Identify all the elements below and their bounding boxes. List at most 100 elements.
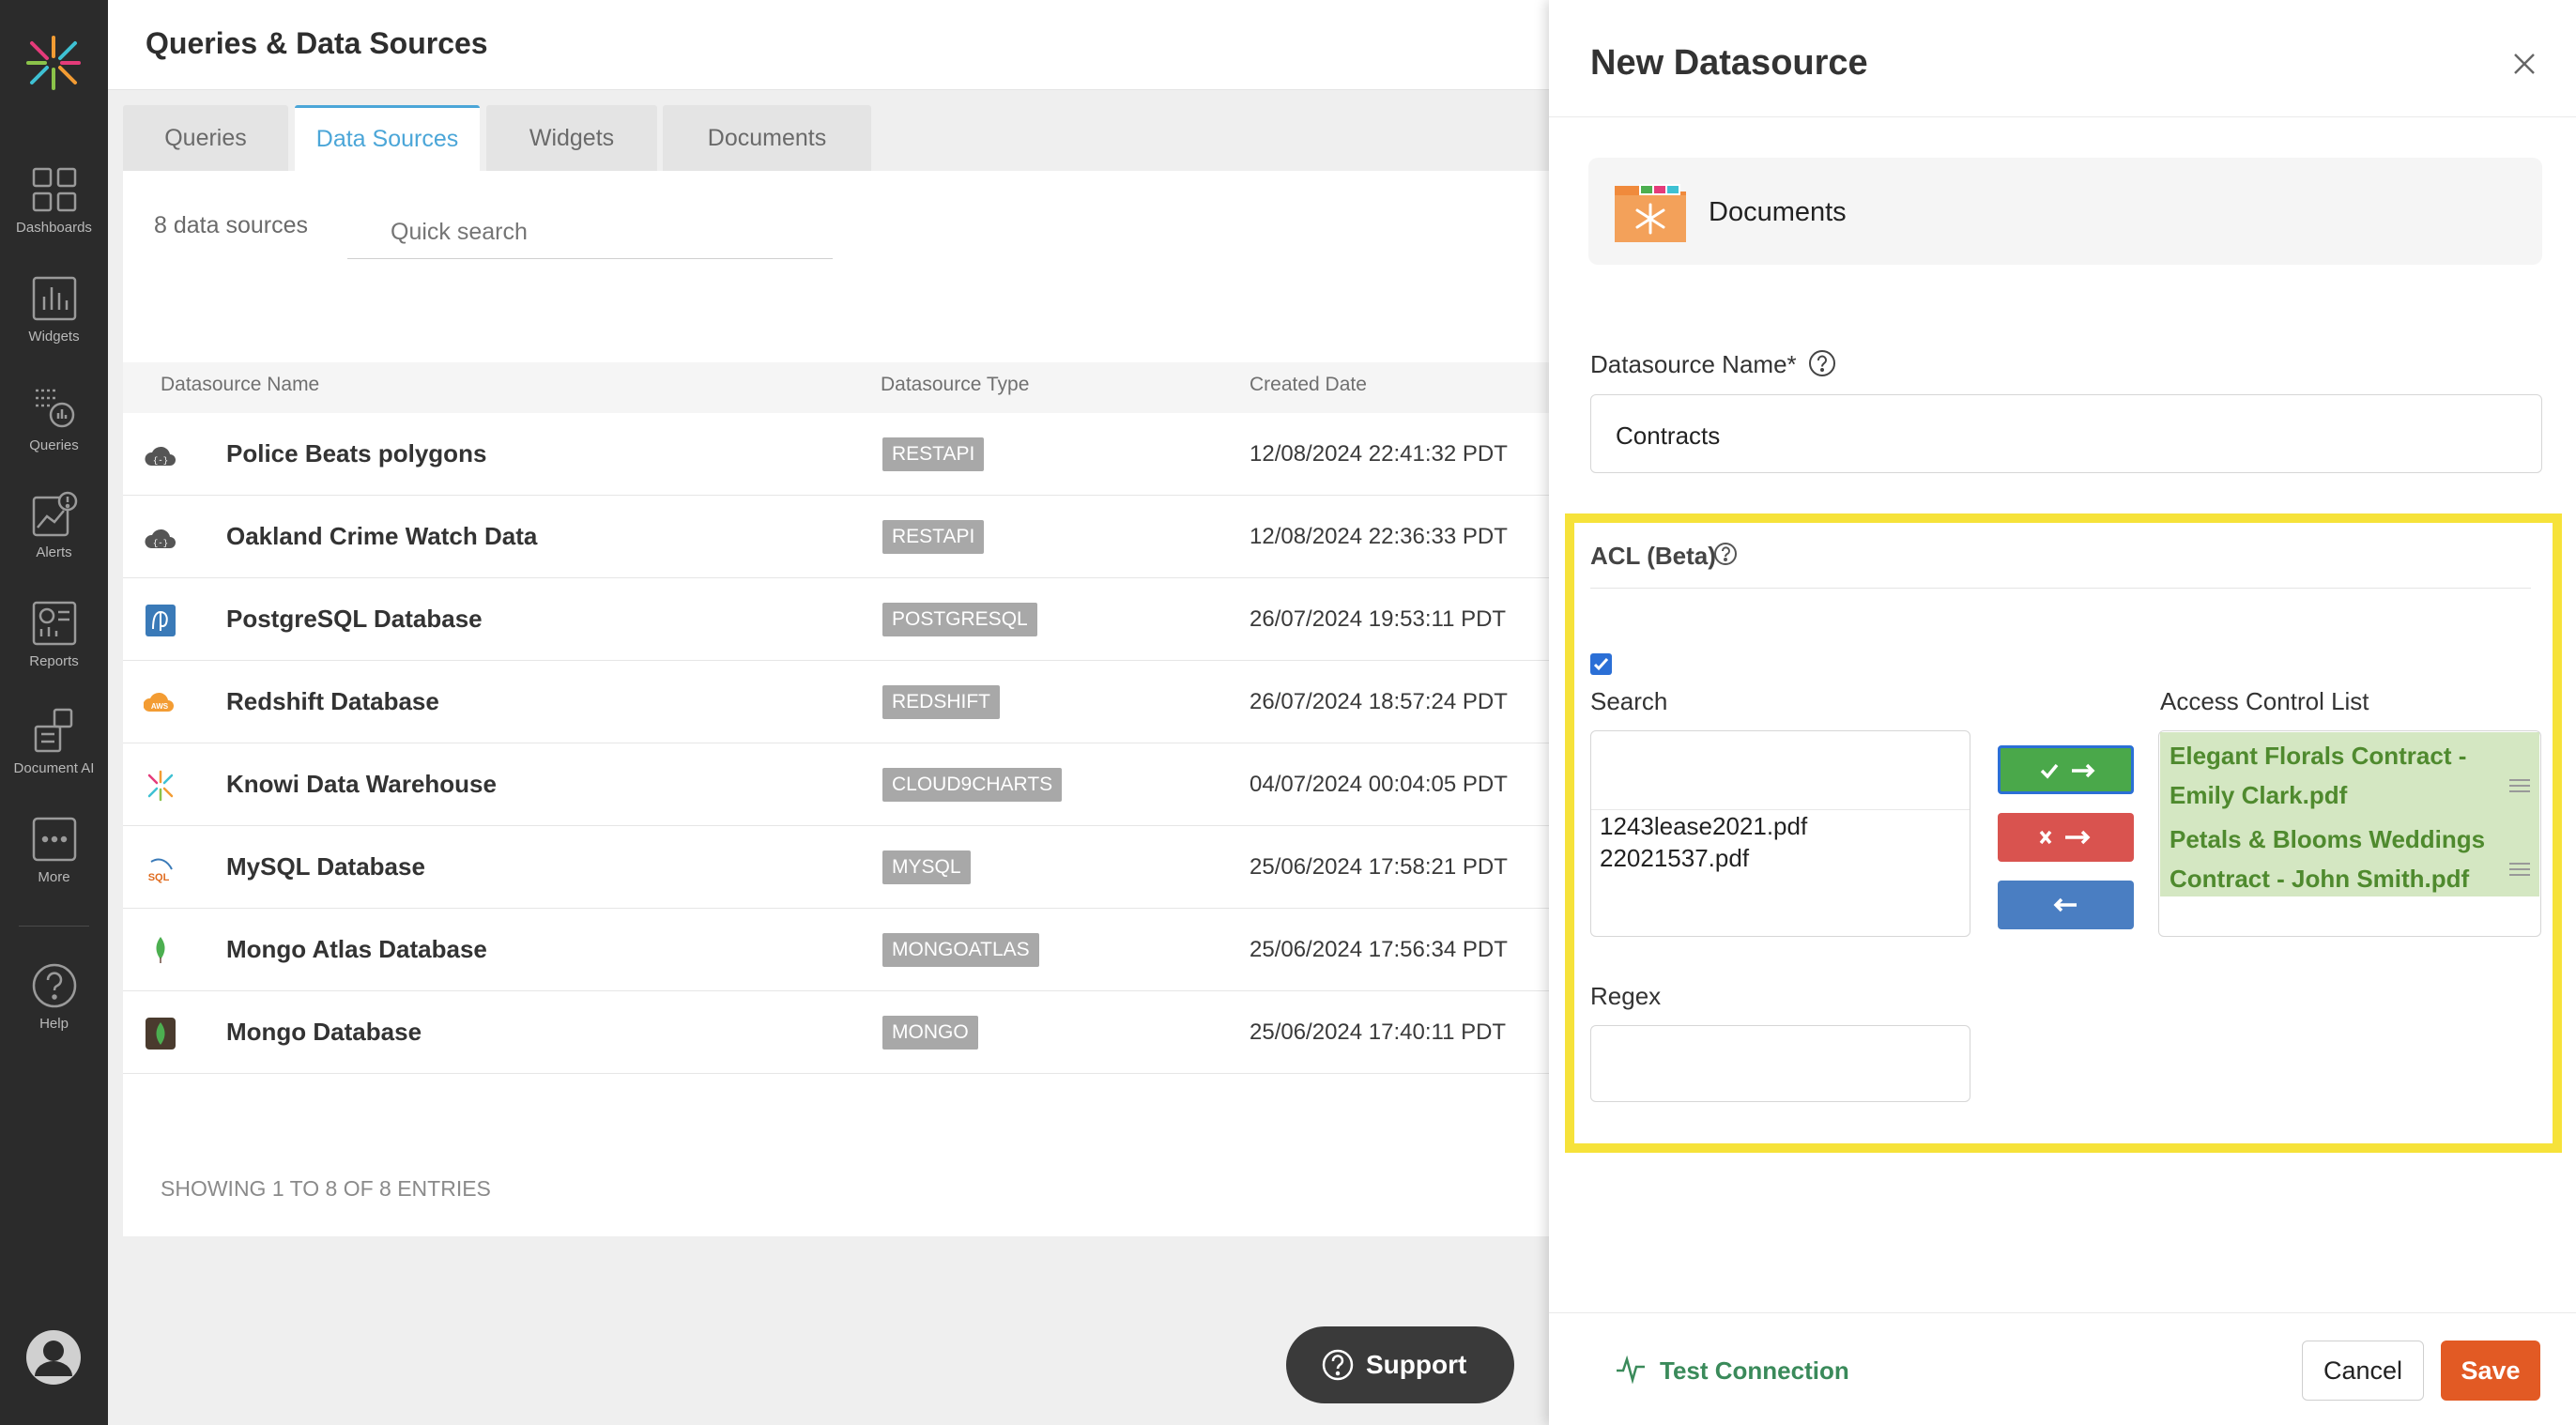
datasource-name[interactable]: MySQL Database <box>226 852 425 881</box>
datasource-name-value: Contracts <box>1616 421 1721 450</box>
list-item[interactable]: 1243lease2021.pdf <box>1600 810 1807 842</box>
nav-reports[interactable]: Reports <box>0 599 108 669</box>
tab-data-sources[interactable]: Data Sources <box>295 105 480 171</box>
created-date: 25/06/2024 17:58:21 PDT <box>1250 854 1508 880</box>
datasource-type-badge: MYSQL <box>882 850 971 884</box>
footer-divider <box>1549 1312 2576 1313</box>
save-button[interactable]: Save <box>2441 1341 2540 1401</box>
datasource-name[interactable]: Knowi Data Warehouse <box>226 770 497 799</box>
table-row[interactable]: Mongo Atlas Database MONGOATLAS 25/06/20… <box>123 909 1549 991</box>
datasource-name[interactable]: Mongo Database <box>226 1018 422 1047</box>
drag-handle-icon[interactable] <box>2509 779 2530 792</box>
created-date: 26/07/2024 18:57:24 PDT <box>1250 689 1508 714</box>
checkmark-icon <box>1593 657 1609 671</box>
nav-label: Reports <box>29 653 79 669</box>
pagination-summary: SHOWING 1 TO 8 OF 8 ENTRIES <box>161 1176 491 1201</box>
pulse-icon <box>1617 1356 1645 1384</box>
knowi-icon <box>147 770 174 802</box>
nav-help[interactable]: Help <box>0 961 108 1032</box>
column-header-date[interactable]: Created Date <box>1250 374 1367 396</box>
datasource-name[interactable]: Mongo Atlas Database <box>226 935 487 964</box>
save-label: Save <box>2461 1356 2521 1385</box>
nav-document-ai[interactable]: Document AI <box>0 706 108 776</box>
help-circle-icon[interactable] <box>1808 349 1836 377</box>
cancel-label: Cancel <box>2323 1356 2403 1385</box>
tab-queries[interactable]: Queries <box>123 105 288 171</box>
nav-label: Help <box>39 1016 69 1032</box>
drawer-divider <box>1549 116 2576 117</box>
table-row[interactable]: AWS Redshift Database REDSHIFT 26/07/202… <box>123 661 1549 743</box>
datasource-name[interactable]: Police Beats polygons <box>226 439 486 468</box>
column-header-type[interactable]: Datasource Type <box>881 374 1029 396</box>
datasource-count: 8 data sources <box>154 212 308 238</box>
datasource-type-badge: MONGOATLAS <box>882 933 1039 967</box>
acl-search-box[interactable]: 1243lease2021.pdf 22021537.pdf <box>1590 730 1970 937</box>
column-header-name[interactable]: Datasource Name <box>161 374 319 396</box>
acl-search-results: 1243lease2021.pdf 22021537.pdf <box>1600 810 1807 874</box>
close-icon[interactable] <box>2513 53 2536 75</box>
table-row[interactable]: {-} Oakland Crime Watch Data RESTAPI 12/… <box>123 496 1549 578</box>
source-type-label: Documents <box>1709 197 1847 227</box>
tab-documents[interactable]: Documents <box>663 105 871 171</box>
acl-list-item[interactable]: Petals & Blooms Weddings Contract - John… <box>2160 816 2539 896</box>
datasource-type-badge: REDSHIFT <box>882 685 1000 719</box>
queries-icon <box>35 389 74 428</box>
nav-more[interactable]: More <box>0 815 108 885</box>
datasource-name[interactable]: Redshift Database <box>226 687 439 716</box>
mongo-atlas-icon <box>156 937 165 963</box>
svg-text:AWS: AWS <box>151 702 169 711</box>
table-row[interactable]: PostgreSQL Database POSTGRESQL 26/07/202… <box>123 578 1549 661</box>
acl-item-label: Elegant Florals Contract - Emily Clark.p… <box>2170 742 2467 809</box>
regex-label: Regex <box>1590 982 1662 1010</box>
acl-search-label: Search <box>1590 687 1668 715</box>
drag-handle-icon[interactable] <box>2509 863 2530 876</box>
datasource-name-input[interactable]: Contracts <box>1590 394 2542 473</box>
cloud-icon: {-} <box>145 529 176 548</box>
created-date: 04/07/2024 00:04:05 PDT <box>1250 772 1508 797</box>
page-title: Queries & Data Sources <box>146 26 488 60</box>
created-date: 25/06/2024 17:40:11 PDT <box>1250 1019 1507 1045</box>
cancel-button[interactable]: Cancel <box>2302 1341 2424 1401</box>
acl-enabled-checkbox[interactable] <box>1590 653 1612 675</box>
regex-input[interactable] <box>1590 1025 1970 1102</box>
nav-queries[interactable]: Queries <box>0 383 108 453</box>
datasource-name[interactable]: Oakland Crime Watch Data <box>226 522 537 551</box>
acl-divider <box>1590 588 2531 589</box>
user-avatar-icon[interactable] <box>25 1329 82 1386</box>
table-row[interactable]: Knowi Data Warehouse CLOUD9CHARTS 04/07/… <box>123 743 1549 826</box>
sidebar-divider <box>19 926 89 927</box>
acl-search-input[interactable] <box>1591 731 1970 810</box>
tab-widgets[interactable]: Widgets <box>486 105 657 171</box>
datasource-list-panel: 8 data sources Datasource Name Datasourc… <box>123 171 1549 1236</box>
nav-widgets[interactable]: Widgets <box>0 274 108 345</box>
main-area: Queries & Data Sources Queries Data Sour… <box>108 0 1549 1425</box>
datasource-name[interactable]: PostgreSQL Database <box>226 605 483 634</box>
created-date: 26/07/2024 19:53:11 PDT <box>1250 606 1507 632</box>
more-icon <box>32 817 76 862</box>
back-button[interactable] <box>1998 881 2134 929</box>
test-connection-button[interactable]: Test Connection <box>1660 1356 1849 1386</box>
quick-search-input[interactable] <box>347 207 833 259</box>
reports-icon <box>32 601 76 646</box>
nav-dashboards[interactable]: Dashboards <box>0 165 108 236</box>
help-circle-icon[interactable] <box>1713 542 1738 566</box>
postgresql-icon <box>146 605 176 636</box>
datasource-type-badge: MONGO <box>882 1016 978 1050</box>
created-date: 25/06/2024 17:56:34 PDT <box>1250 937 1508 962</box>
datasource-type-badge: RESTAPI <box>882 437 985 471</box>
svg-text:SQL: SQL <box>148 872 170 883</box>
support-button[interactable]: Support <box>1286 1326 1514 1403</box>
access-control-list-label: Access Control List <box>2160 687 2369 715</box>
table-row[interactable]: {-} Police Beats polygons RESTAPI 12/08/… <box>123 413 1549 496</box>
add-to-acl-button[interactable] <box>1998 745 2134 794</box>
nav-label: Document AI <box>13 760 95 776</box>
list-item[interactable]: 22021537.pdf <box>1600 842 1807 874</box>
cloud-icon: {-} <box>145 446 176 466</box>
remove-from-acl-button[interactable] <box>1998 813 2134 862</box>
knowi-logo[interactable] <box>24 34 83 92</box>
nav-alerts[interactable]: Alerts <box>0 490 108 560</box>
acl-list-item[interactable]: Elegant Florals Contract - Emily Clark.p… <box>2160 732 2539 820</box>
table-row[interactable]: SQL MySQL Database MYSQL 25/06/2024 17:5… <box>123 826 1549 909</box>
created-date: 12/08/2024 22:41:32 PDT <box>1250 441 1508 467</box>
table-row[interactable]: Mongo Database MONGO 25/06/2024 17:40:11… <box>123 991 1549 1074</box>
